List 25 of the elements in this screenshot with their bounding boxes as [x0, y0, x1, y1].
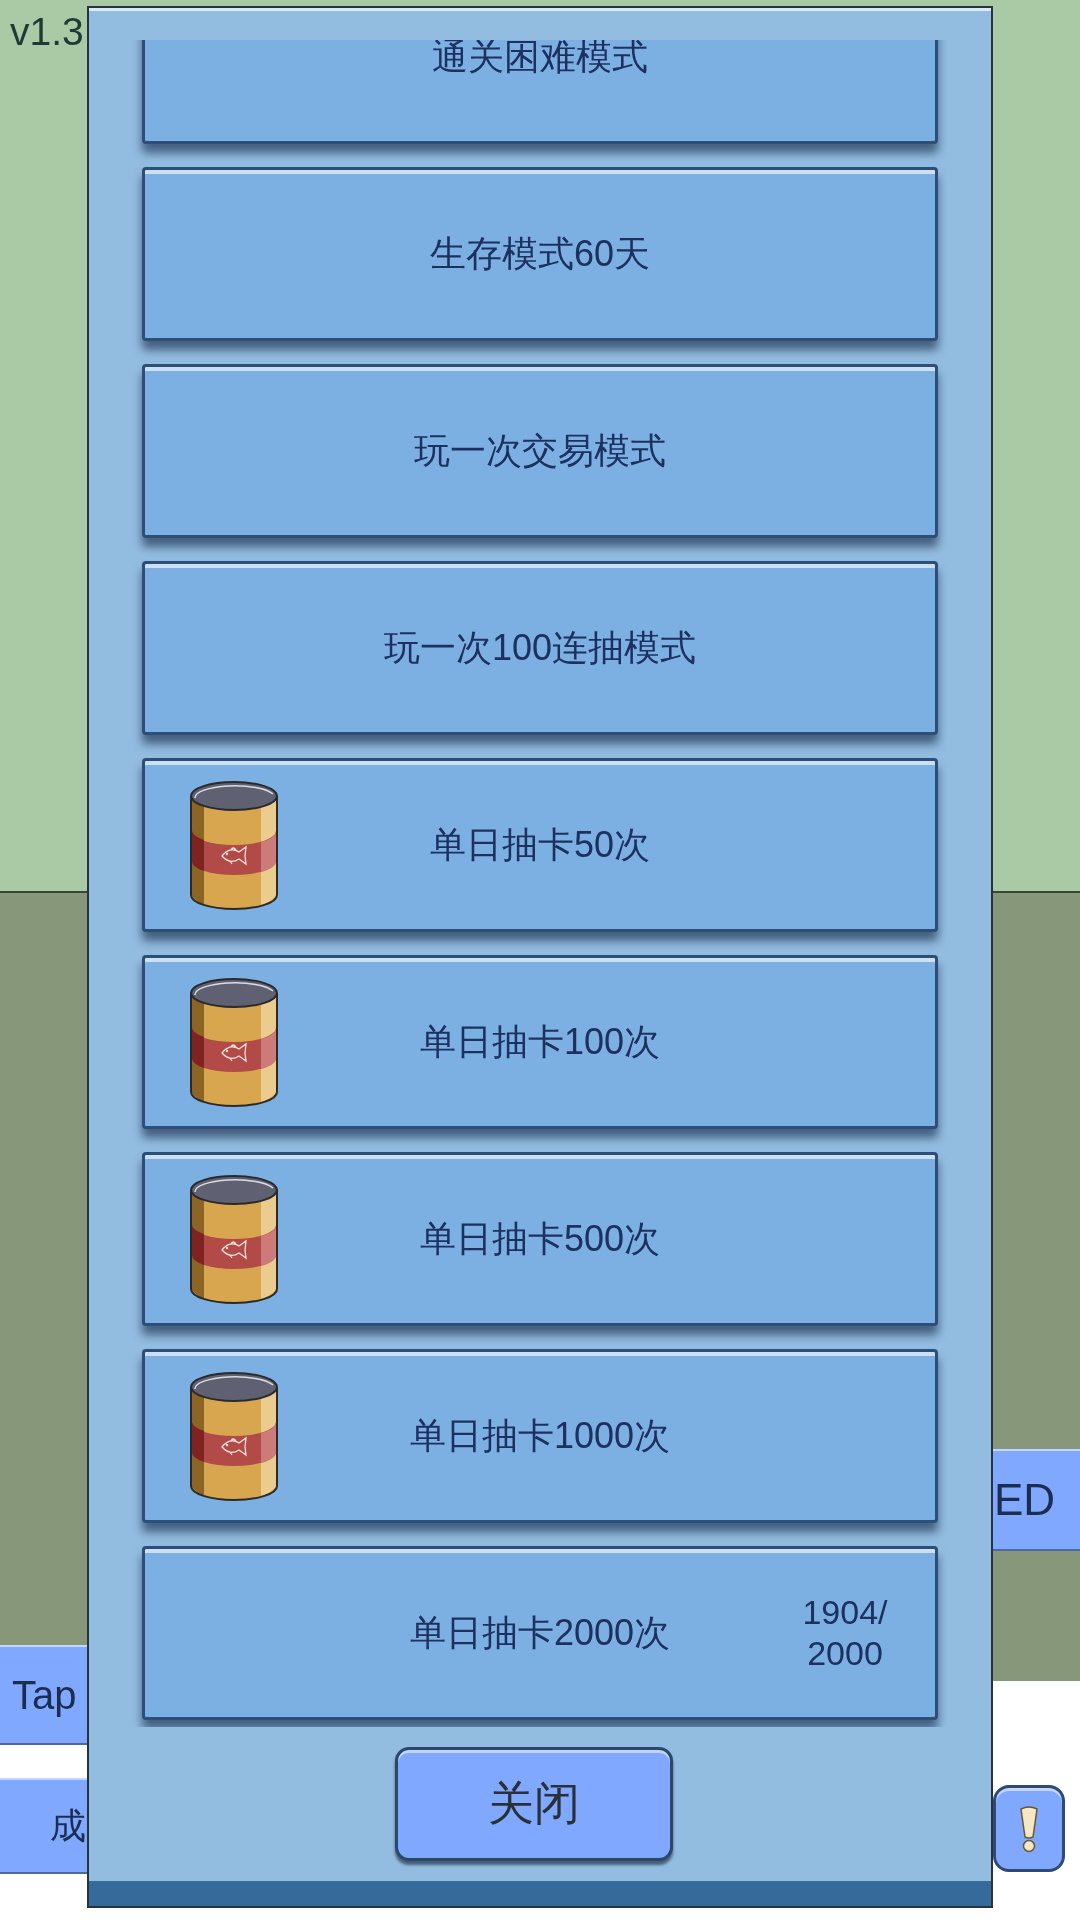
achievement-title: 单日抽卡500次: [419, 1221, 661, 1257]
achievement-item[interactable]: 玩一次交易模式: [142, 364, 938, 538]
achievement-item[interactable]: 玩一次100连抽模式: [142, 561, 938, 735]
achievement-item[interactable]: 单日抽卡500次: [142, 1152, 938, 1326]
close-button[interactable]: 关闭: [395, 1747, 673, 1861]
exclamation-icon: [1017, 1804, 1041, 1853]
fish-can-icon: [189, 975, 279, 1109]
achievement-item[interactable]: 单日抽卡50次: [142, 758, 938, 932]
achievement-title: 单日抽卡50次: [429, 827, 650, 863]
achievement-item[interactable]: 单日抽卡1000次: [142, 1349, 938, 1523]
achievement-title: 玩一次交易模式: [414, 433, 666, 469]
fish-can-icon: [189, 1172, 279, 1306]
achievement-title: 单日抽卡2000次: [409, 1615, 671, 1651]
fish-can-icon: [189, 1369, 279, 1503]
fish-can-icon: [189, 778, 279, 912]
achievement-item[interactable]: 单日抽卡2000次 1904/2000: [142, 1546, 938, 1720]
achievement-title: 玩一次100连抽模式: [383, 630, 697, 666]
achievement-item[interactable]: 生存模式60天: [142, 167, 938, 341]
alert-button[interactable]: [993, 1785, 1065, 1872]
progress-text: 1904/2000: [801, 1592, 889, 1674]
version-label: v1.3: [10, 12, 84, 51]
achievement-title: 单日抽卡100次: [419, 1024, 661, 1060]
achievement-item[interactable]: 单日抽卡100次: [142, 955, 938, 1129]
achievement-title: 单日抽卡1000次: [409, 1418, 671, 1454]
achievement-title: 生存模式60天: [429, 236, 650, 272]
